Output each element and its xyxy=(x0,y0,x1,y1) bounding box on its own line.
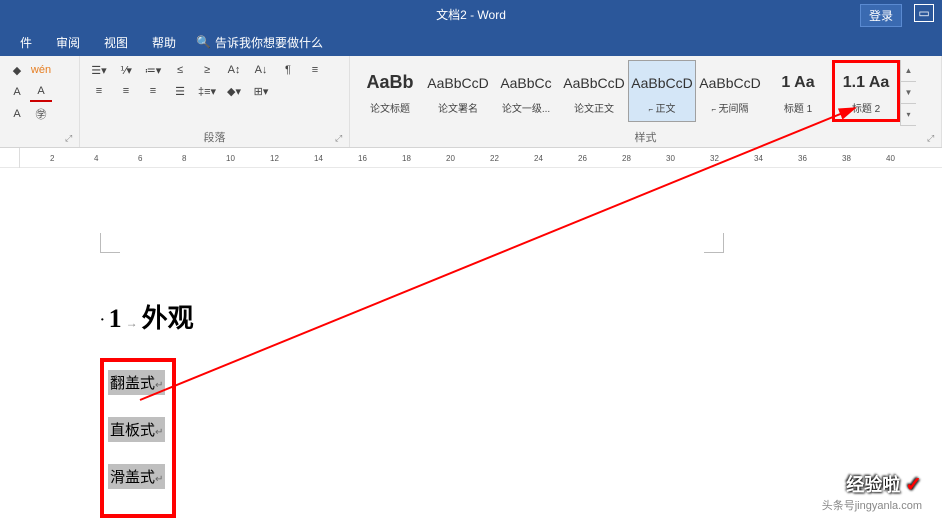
line-spacing-icon[interactable]: ‡≡▾ xyxy=(194,81,220,101)
font-color-icon[interactable]: A xyxy=(30,82,52,102)
list-item[interactable]: 翻盖式↵ xyxy=(108,370,165,395)
heading-number: 1 xyxy=(109,304,122,333)
tab-help[interactable]: 帮助 xyxy=(140,28,188,56)
style-normal[interactable]: AaBbCcD 正文 xyxy=(628,60,696,122)
style-gallery: AaBb 论文标题 AaBbCcD 论文署名 AaBbCc 论文一级... Aa… xyxy=(356,60,935,126)
heading-text: 外观 xyxy=(142,304,194,333)
multilevel-list-icon[interactable]: ≔▾ xyxy=(140,60,166,80)
document-title: 文档2 - Word xyxy=(436,6,506,23)
bullets-icon[interactable]: ☰▾ xyxy=(86,60,112,80)
horizontal-ruler[interactable]: 246810121416182022242628303234363840 xyxy=(20,148,942,168)
bullet-icon: · xyxy=(100,313,105,328)
gallery-more-icon[interactable]: ▾ xyxy=(901,104,916,126)
numbering-icon[interactable]: ⅟▾ xyxy=(113,60,139,80)
return-icon: ↵ xyxy=(155,474,163,485)
ribbon: ◆ wén A A A ㊫ ⤢ ☰▾ ⅟▾ ≔▾ ≤ ≥ A↕ A↓ ¶ ≡ ≡… xyxy=(0,56,942,148)
borders-icon[interactable]: ⊞▾ xyxy=(248,81,274,101)
page-corner-tl xyxy=(100,233,120,253)
gallery-scroll: ▲ ▼ ▾ xyxy=(900,60,916,126)
tab-view[interactable]: 视图 xyxy=(92,28,140,56)
decrease-indent-icon[interactable]: ≤ xyxy=(167,60,193,80)
style-heading1[interactable]: 1 Aa 标题 1 xyxy=(764,60,832,122)
menu-bar: 件 审阅 视图 帮助 🔍 告诉我你想要做什么 xyxy=(0,28,942,56)
increase-indent-icon[interactable]: ≥ xyxy=(194,60,220,80)
search-icon: 🔍 xyxy=(196,35,211,49)
paragraph-group: ☰▾ ⅟▾ ≔▾ ≤ ≥ A↕ A↓ ¶ ≡ ≡ ≡ ≡ ☰ ‡≡▾ ◆▾ ⊞▾… xyxy=(80,56,350,147)
style-heading2[interactable]: 1.1 Aa 标题 2 xyxy=(832,60,900,122)
paragraph-label: 段落 xyxy=(86,129,343,147)
sort-icon[interactable]: A↓ xyxy=(248,60,274,80)
clear-format-icon[interactable]: ◆ xyxy=(6,60,28,80)
gallery-up-icon[interactable]: ▲ xyxy=(901,60,916,82)
style-no-spacing[interactable]: AaBbCcD 无间隔 xyxy=(696,60,764,122)
align-right-icon[interactable]: ≡ xyxy=(113,81,139,101)
enclose-char-icon[interactable]: ㊫ xyxy=(30,104,52,124)
font-dialog-launcher-icon[interactable]: ⤢ xyxy=(65,133,77,145)
tab-review[interactable]: 审阅 xyxy=(44,28,92,56)
align-center-icon[interactable]: ≡ xyxy=(86,81,112,101)
return-icon: ↵ xyxy=(155,427,163,438)
styles-dialog-launcher-icon[interactable]: ⤢ xyxy=(927,133,939,145)
styles-label: 样式 xyxy=(356,129,935,147)
heading-1[interactable]: · 1 → 外观 xyxy=(100,298,194,335)
tab-file[interactable]: 件 xyxy=(8,28,44,56)
login-button[interactable]: 登录 xyxy=(860,4,902,27)
style-thesis-body[interactable]: AaBbCcD 论文正文 xyxy=(560,60,628,122)
justify-icon[interactable]: ≡ xyxy=(140,81,166,101)
page-corner-tr xyxy=(704,233,724,253)
selection-highlight: 翻盖式↵ 直板式↵ 滑盖式↵ xyxy=(100,358,176,518)
watermark: 经验啦 ✓ 头条号jingyanla.com xyxy=(822,471,922,513)
style-thesis-author[interactable]: AaBbCcD 论文署名 xyxy=(424,60,492,122)
vertical-ruler-corner xyxy=(0,148,20,168)
title-bar: 文档2 - Word 登录 ▭ xyxy=(0,0,942,28)
phonetic-guide-icon[interactable]: wén xyxy=(30,60,52,80)
align-left-icon[interactable]: ≡ xyxy=(302,60,328,80)
ribbon-display-icon[interactable]: ▭ xyxy=(914,4,934,22)
show-marks-icon[interactable]: ¶ xyxy=(275,60,301,80)
style-thesis-title[interactable]: AaBb 论文标题 xyxy=(356,60,424,122)
style-thesis-level1[interactable]: AaBbCc 论文一级... xyxy=(492,60,560,122)
ruler[interactable]: 246810121416182022242628303234363840 xyxy=(0,148,942,168)
document-area[interactable]: · 1 → 外观 翻盖式↵ 直板式↵ 滑盖式↵ 经验啦 ✓ 头条号jingyanla.… xyxy=(0,168,942,523)
char-shading-icon[interactable]: A xyxy=(6,104,28,124)
list-item[interactable]: 直板式↵ xyxy=(108,417,165,442)
char-border-icon[interactable]: A xyxy=(6,82,28,102)
return-icon: ↵ xyxy=(155,380,163,391)
font-group: ◆ wén A A A ㊫ ⤢ xyxy=(0,56,80,147)
paragraph-dialog-launcher-icon[interactable]: ⤢ xyxy=(335,133,347,145)
gallery-down-icon[interactable]: ▼ xyxy=(901,82,916,104)
styles-group: AaBb 论文标题 AaBbCcD 论文署名 AaBbCc 论文一级... Aa… xyxy=(350,56,942,147)
tab-arrow-icon: → xyxy=(126,316,138,330)
tell-me-search[interactable]: 🔍 告诉我你想要做什么 xyxy=(196,34,323,51)
check-icon: ✓ xyxy=(905,474,922,496)
search-placeholder: 告诉我你想要做什么 xyxy=(215,34,323,51)
distributed-icon[interactable]: ☰ xyxy=(167,81,193,101)
list-item[interactable]: 滑盖式↵ xyxy=(108,464,165,489)
text-direction-icon[interactable]: A↕ xyxy=(221,60,247,80)
shading-icon[interactable]: ◆▾ xyxy=(221,81,247,101)
